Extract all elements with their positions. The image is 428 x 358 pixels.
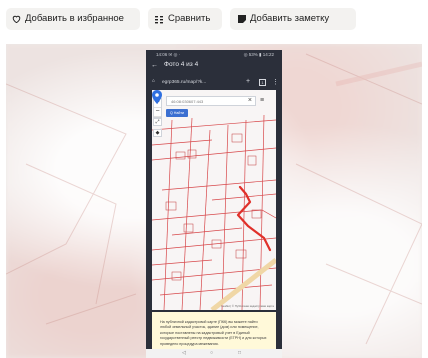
add-to-favorites-label: Добавить в избранное	[25, 13, 124, 24]
measure-tool-icon[interactable]: ⤢	[153, 118, 162, 126]
compare-bars-icon	[155, 15, 163, 23]
compare-label: Сравнить	[168, 13, 211, 24]
plus-icon: +	[246, 78, 251, 85]
photo-title-bar: ← Фото 4 из 4	[146, 59, 282, 77]
more-icon: ⋮	[272, 79, 279, 86]
add-note-label: Добавить заметку	[250, 13, 330, 24]
location-pin-icon	[152, 90, 162, 104]
map-menu-icon[interactable]: ≡	[260, 97, 264, 104]
clear-search-icon[interactable]: ×	[248, 97, 252, 104]
heart-icon	[12, 15, 21, 23]
phone-screenshot: 14:06 ✉ ◎ · ◎ 53% ▮ 14:22 ← Фото 4 из 4 …	[146, 50, 282, 358]
parcel-lines	[152, 114, 276, 310]
android-nav-bar: ◁ ○ □	[146, 349, 282, 358]
cadastral-map: + − ⤢ ◆ 46:08:030607:443 × ≡ Q Найти Lea…	[152, 90, 276, 310]
recents-nav-icon: □	[238, 350, 242, 356]
add-note-button[interactable]: Добавить заметку	[230, 8, 356, 30]
back-nav-icon: ◁	[182, 350, 186, 356]
browser-url: egrp365.ru/map/?k...	[162, 80, 207, 85]
zoom-out-icon[interactable]: −	[154, 108, 161, 117]
home-nav-icon: ○	[210, 350, 214, 356]
map-search-value: 46:08:030607:443	[171, 99, 204, 104]
photo-gallery[interactable]: 14:06 ✉ ◎ · ◎ 53% ▮ 14:22 ← Фото 4 из 4 …	[6, 44, 422, 358]
status-left: 14:06 ✉ ◎ ·	[156, 52, 181, 57]
compare-button[interactable]: Сравнить	[148, 8, 222, 30]
back-arrow-icon: ←	[151, 62, 158, 69]
status-right: ◎ 53% ▮ 14:22	[243, 52, 274, 57]
photo-counter-title: Фото 4 из 4	[164, 61, 199, 68]
phone-status-bar: 14:06 ✉ ◎ · ◎ 53% ▮ 14:22	[146, 50, 282, 59]
map-search-input[interactable]: 46:08:030607:443 ×	[166, 96, 256, 106]
note-icon	[238, 15, 246, 23]
tabs-icon: 1	[259, 79, 266, 86]
home-icon: ⌂	[152, 79, 155, 84]
layers-icon[interactable]: ◆	[153, 129, 162, 137]
find-button[interactable]: Q Найти	[166, 109, 188, 117]
map-attribution: Leaflet | © Публичная кадастровая карта	[221, 304, 274, 308]
info-text: На публичной кадастровой карте (ПКК) вы …	[160, 320, 267, 346]
browser-url-bar: ⌂ egrp365.ru/map/?k... + 1 ⋮	[146, 77, 282, 89]
add-to-favorites-button[interactable]: Добавить в избранное	[6, 8, 140, 30]
